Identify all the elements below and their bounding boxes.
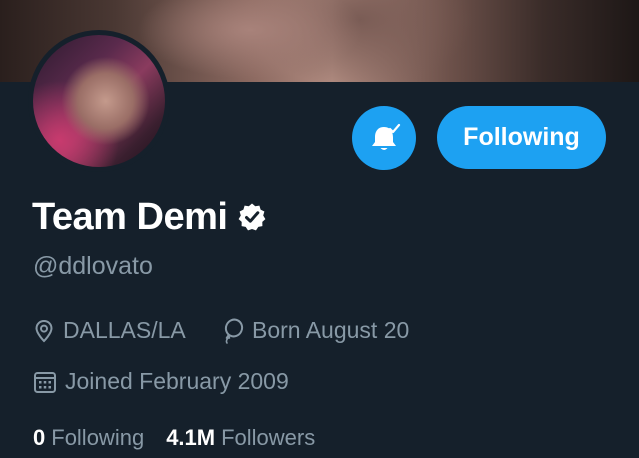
bell-check-icon — [364, 118, 404, 158]
avatar[interactable] — [28, 30, 170, 172]
calendar-icon — [33, 370, 65, 394]
joined-date: Joined February 2009 — [33, 368, 289, 395]
joined-text: Joined February 2009 — [65, 368, 289, 394]
username-handle: @ddlovato — [33, 252, 153, 280]
profile-stats: 0 Following 4.1M Followers — [33, 425, 315, 451]
birthday-text: Born August 20 — [252, 317, 410, 343]
location: DALLAS/LA — [33, 317, 186, 344]
location-text: DALLAS/LA — [63, 317, 186, 343]
display-name: Team Demi — [32, 195, 228, 238]
following-count-link[interactable]: 0 Following — [33, 425, 144, 451]
birthday: Born August 20 — [222, 317, 409, 344]
verified-badge-icon — [237, 202, 267, 232]
followers-label: Followers — [221, 425, 316, 450]
following-button[interactable]: Following — [437, 106, 606, 169]
balloon-icon — [222, 318, 252, 344]
followers-count-link[interactable]: 4.1M Followers — [166, 425, 315, 451]
notifications-button[interactable] — [352, 106, 416, 170]
avatar-image — [33, 35, 165, 167]
location-pin-icon — [33, 319, 63, 343]
name-row: Team Demi — [32, 194, 267, 240]
following-count: 0 — [33, 425, 46, 450]
followers-count: 4.1M — [166, 425, 216, 450]
following-label: Following — [51, 425, 145, 450]
